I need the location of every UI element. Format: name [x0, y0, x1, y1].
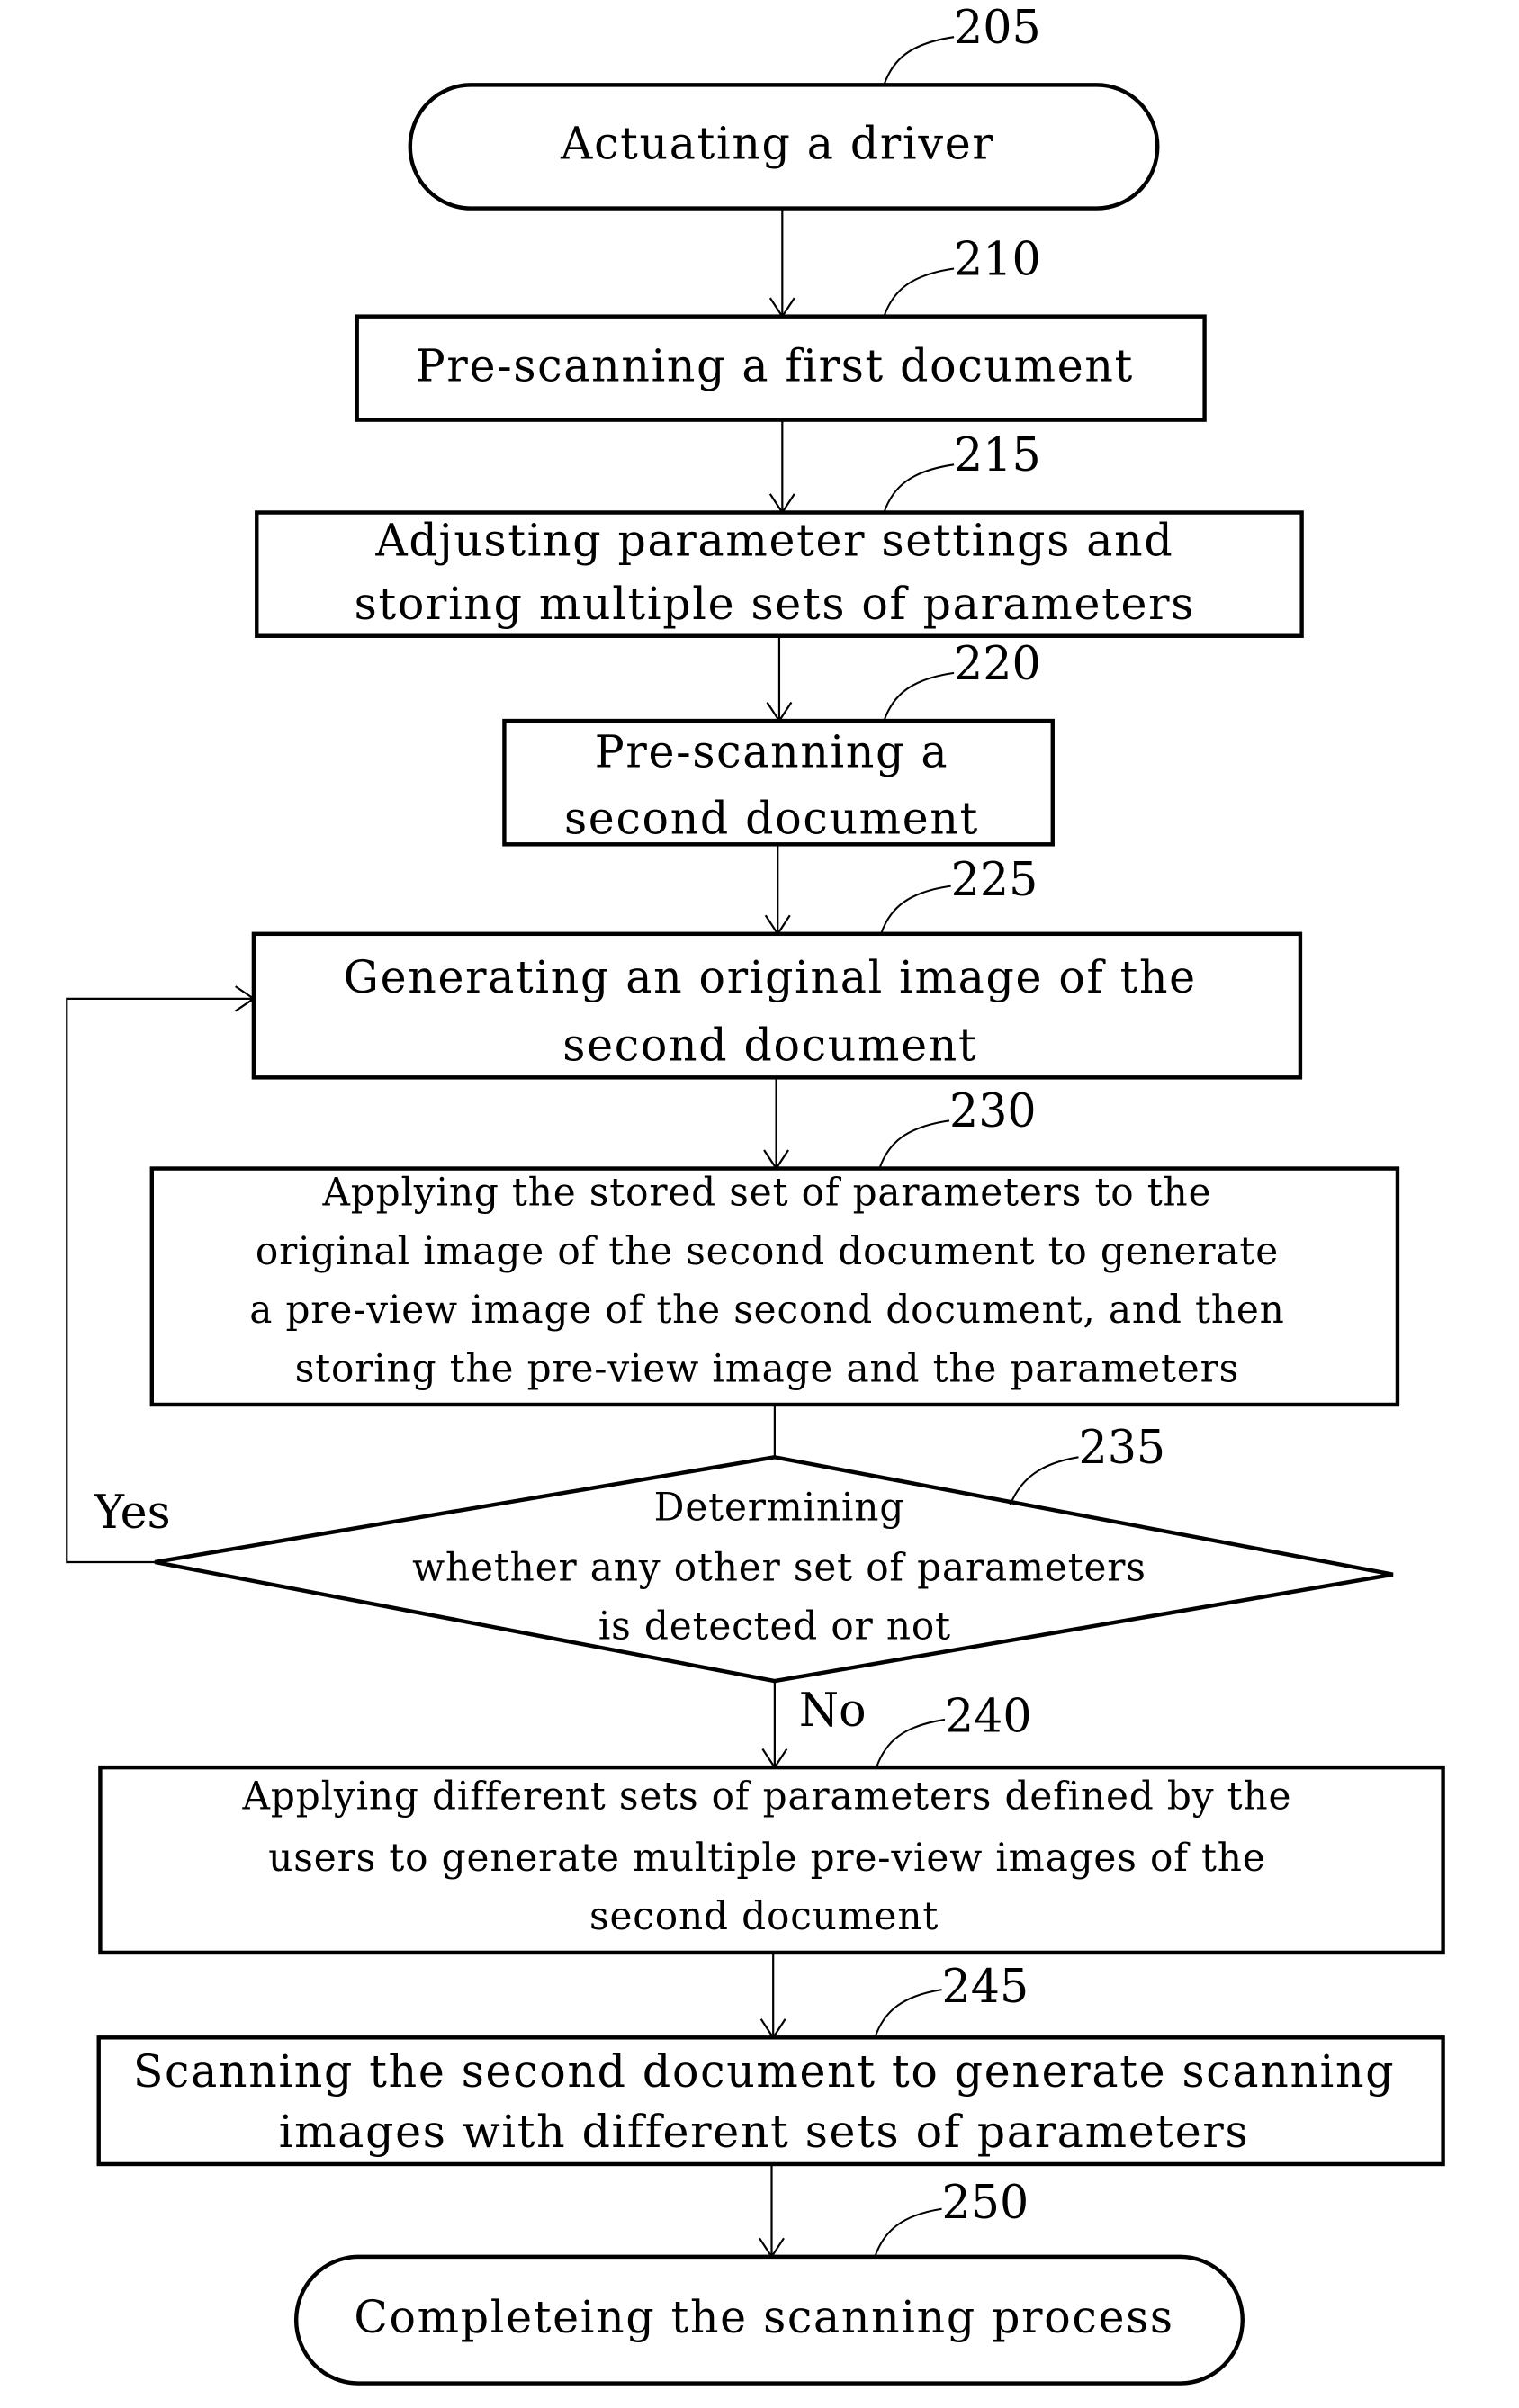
arrow-220-225: [764, 844, 791, 936]
no-arrow-235-240: [761, 1681, 788, 1770]
ref-leader-240: [876, 1718, 946, 1768]
step-text-line-1: Scanning the second document to generate…: [133, 2045, 1395, 2098]
ref-number-245: 245: [942, 1960, 1029, 2013]
step-215-process-box: Adjusting parameter settings and storing…: [255, 510, 1304, 638]
step-210-process-box: Pre-scanning a first document: [355, 314, 1207, 422]
step-text-line-2: second document: [564, 792, 979, 844]
step-250-end-terminal: Completeing the scanning process: [293, 2254, 1245, 2386]
ref-leader-235: [1009, 1456, 1079, 1505]
step-225-process-box: Generating an original image of the seco…: [251, 931, 1303, 1080]
ref-leader-250: [874, 2207, 942, 2258]
ref-number-235: 235: [1078, 1422, 1165, 1475]
ref-number-210: 210: [954, 233, 1041, 286]
step-240-process-box: Applying different sets of parameters de…: [98, 1765, 1445, 1955]
step-text-line-2: second document: [562, 1019, 977, 1071]
flowchart: Actuating a driver 205 Pre-scanning a fi…: [66, 2, 1445, 2386]
step-text-line-2: users to generate multiple pre-view imag…: [268, 1837, 1265, 1881]
yes-label: Yes: [94, 1487, 171, 1540]
arrow-240-245: [760, 1952, 786, 2040]
step-205-start-terminal: Actuating a driver: [408, 83, 1160, 211]
step-text: Completeing the scanning process: [354, 2291, 1173, 2343]
step-text-line-2: images with different sets of parameters: [279, 2106, 1250, 2158]
step-230-process-box: Applying the stored set of parameters to…: [149, 1166, 1400, 1407]
step-235-decision-diamond: Determining whether any other set of par…: [154, 1455, 1394, 1684]
ref-number-230: 230: [949, 1085, 1037, 1138]
step-text-line-2: storing multiple sets of parameters: [355, 578, 1195, 630]
ref-leader-205: [883, 36, 955, 85]
ref-number-240: 240: [945, 1690, 1032, 1743]
no-label: No: [799, 1684, 867, 1737]
step-220-process-box: Pre-scanning a second document: [502, 718, 1055, 847]
step-text-line-3: a pre-view image of the second document,…: [249, 1289, 1284, 1333]
ref-leader-215: [883, 463, 955, 513]
step-text-line-1: Generating an original image of the: [344, 951, 1197, 1003]
decision-text-line-1: Determining: [654, 1486, 905, 1530]
ref-leader-230: [878, 1119, 950, 1169]
decision-text-line-3: is detected or not: [598, 1604, 951, 1649]
step-text-line-1: Applying different sets of parameters de…: [242, 1775, 1292, 1819]
ref-leader-220: [883, 671, 955, 722]
ref-leader-210: [883, 267, 955, 317]
step-text: Pre-scanning a first document: [416, 339, 1134, 391]
ref-leader-225: [880, 885, 951, 935]
arrow-245-250: [759, 2163, 785, 2259]
step-text-line-1: Applying the stored set of parameters to…: [321, 1171, 1211, 1215]
ref-number-220: 220: [954, 637, 1041, 690]
step-text-line-1: Pre-scanning a: [595, 725, 948, 777]
arrow-205-210: [768, 208, 795, 319]
ref-number-225: 225: [951, 854, 1038, 907]
step-text-line-4: storing the pre-view image and the param…: [295, 1347, 1239, 1391]
ref-number-205: 205: [954, 2, 1041, 55]
arrow-215-220: [766, 635, 793, 723]
step-text-line-3: second document: [589, 1895, 939, 1939]
step-text-line-1: Adjusting parameter settings and: [374, 514, 1173, 566]
ref-leader-245: [874, 1989, 942, 2038]
step-245-process-box: Scanning the second document to generate…: [96, 2035, 1445, 2167]
arrow-210-215: [768, 419, 795, 515]
decision-text-line-2: whether any other set of parameters: [412, 1546, 1146, 1590]
step-text: Actuating a driver: [560, 117, 994, 169]
ref-number-215: 215: [954, 429, 1041, 482]
step-text-line-2: original image of the second document to…: [256, 1230, 1279, 1274]
ref-number-250: 250: [942, 2177, 1029, 2230]
arrow-225-230: [763, 1077, 789, 1171]
